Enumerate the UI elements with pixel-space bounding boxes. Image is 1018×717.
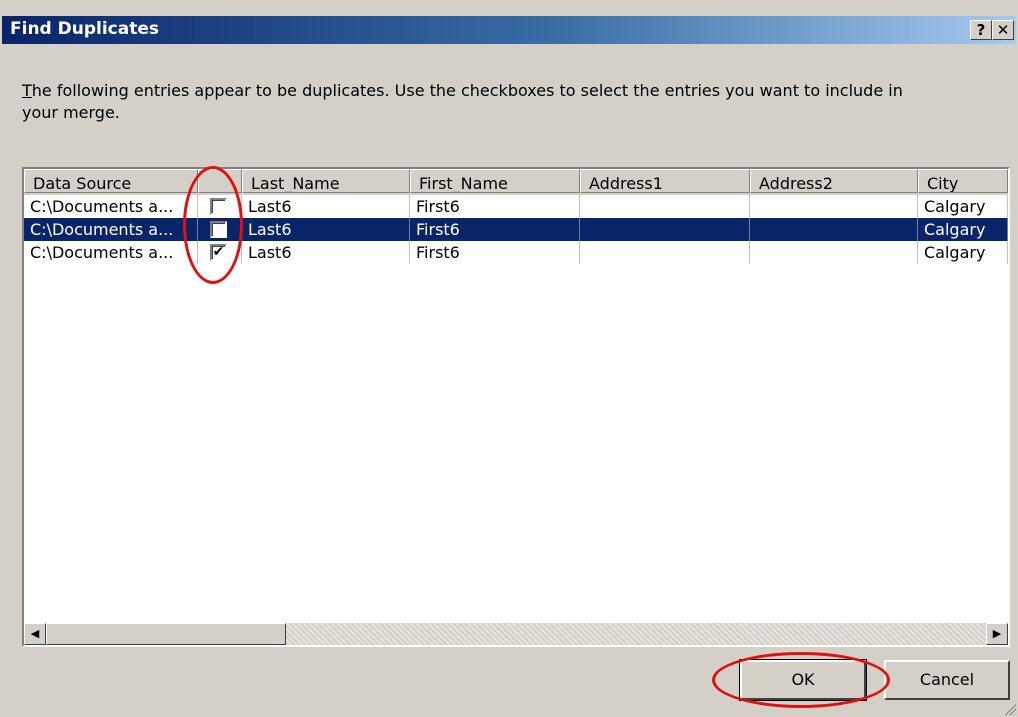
select-checkbox[interactable]: ✔ [210,244,227,261]
cell-city: Calgary [918,241,1008,264]
cell-city: Calgary [918,195,1008,218]
cell-city: Calgary [918,218,1008,241]
cell-address2 [750,195,918,218]
close-button[interactable]: ✕ [992,20,1014,40]
cancel-button[interactable]: Cancel [884,660,1010,700]
cell-data-source: C:\Documents a... [24,218,198,241]
cell-last-name: Last6 [242,195,410,218]
find-duplicates-dialog: Find Duplicates ? ✕ The following entrie… [0,0,1018,717]
title-bar[interactable]: Find Duplicates ? ✕ [2,16,1016,44]
resize-grip-icon[interactable] [1002,701,1016,715]
help-button[interactable]: ? [970,20,992,40]
horizontal-scrollbar[interactable]: ◀ ▶ [24,623,1008,645]
cell-select [198,195,242,218]
cell-first-name: First6 [410,195,580,218]
select-checkbox[interactable] [210,198,227,215]
table-row[interactable]: C:\Documents a... Last6 First6 Calgary [24,218,1008,241]
column-header-select[interactable] [198,169,242,193]
scroll-right-icon[interactable]: ▶ [986,623,1008,645]
list-header: Data Source Last_Name First_Name Address… [24,169,1008,195]
window-title: Find Duplicates [10,19,159,39]
cell-address2 [750,218,918,241]
column-header-city[interactable]: City [918,169,1008,193]
table-row[interactable]: C:\Documents a... Last6 First6 Calgary [24,195,1008,218]
cell-address2 [750,241,918,264]
column-header-last-name[interactable]: Last_Name [242,169,410,193]
cell-data-source: C:\Documents a... [24,241,198,264]
description-text: The following entries appear to be dupli… [22,80,922,124]
cell-select [198,218,242,241]
cell-address1 [580,241,750,264]
select-checkbox[interactable] [210,221,227,238]
duplicates-list[interactable]: Data Source Last_Name First_Name Address… [22,167,1010,647]
scroll-thumb[interactable] [46,623,286,645]
column-header-address2[interactable]: Address2 [750,169,918,193]
column-header-first-name[interactable]: First_Name [410,169,580,193]
ok-button[interactable]: OK [739,659,867,701]
scroll-left-icon[interactable]: ◀ [24,623,46,645]
cell-last-name: Last6 [242,218,410,241]
table-row[interactable]: C:\Documents a... Last6 First6 Calgary ✔ [24,241,1008,264]
cell-address1 [580,195,750,218]
cell-data-source: C:\Documents a... [24,195,198,218]
cell-last-name: Last6 [242,241,410,264]
description-accelerator: T [22,81,32,100]
cell-select: ✔ [198,241,242,264]
description-body: he following entries appear to be duplic… [22,81,903,122]
cell-first-name: First6 [410,218,580,241]
column-header-address1[interactable]: Address1 [580,169,750,193]
cell-first-name: First6 [410,241,580,264]
column-header-data-source[interactable]: Data Source [24,169,198,193]
cell-address1 [580,218,750,241]
